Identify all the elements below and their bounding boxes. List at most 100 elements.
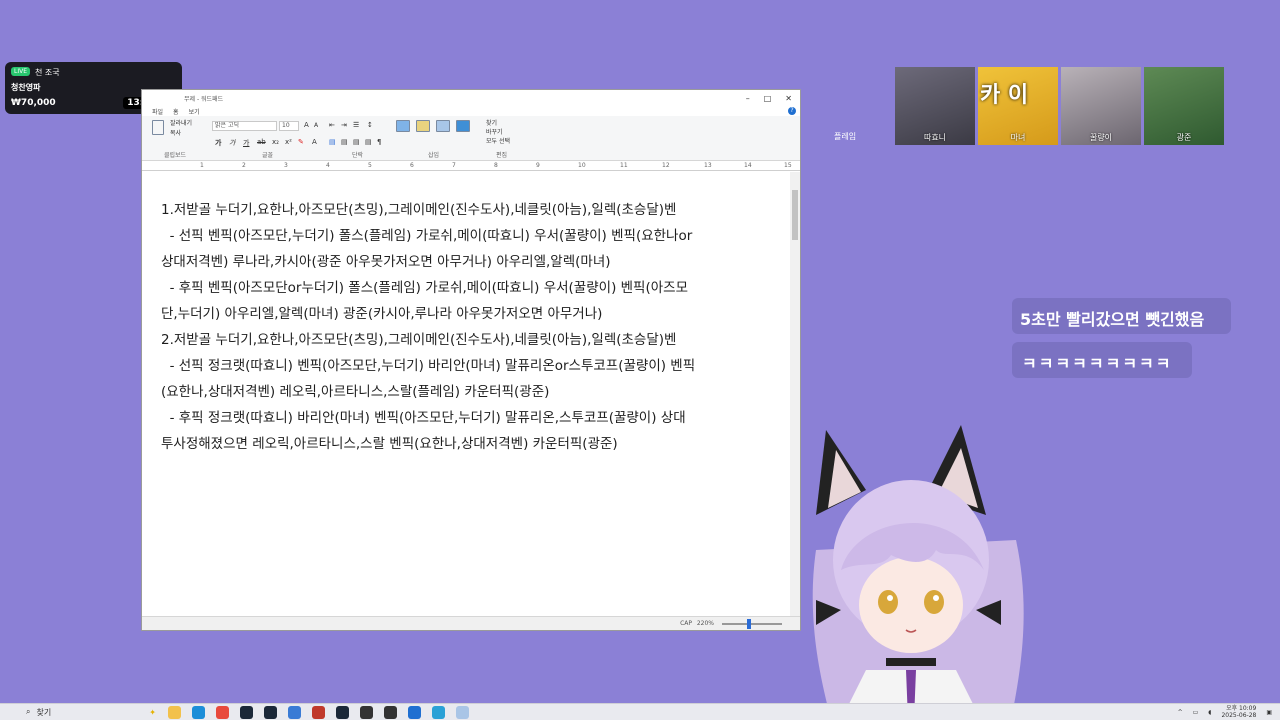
vertical-scrollbar[interactable] bbox=[790, 172, 800, 618]
font-name-select[interactable]: 맑은 고딕 bbox=[212, 121, 277, 131]
decrease-indent-icon[interactable]: ⇤ bbox=[329, 121, 335, 129]
increase-indent-icon[interactable]: ⇥ bbox=[341, 121, 347, 129]
strikethrough-icon[interactable]: ab bbox=[257, 138, 266, 146]
highlight-icon[interactable]: ✎ bbox=[298, 138, 304, 146]
line-spacing-icon[interactable]: ↕ bbox=[367, 121, 373, 129]
network-icon[interactable]: ▭ bbox=[1193, 709, 1199, 716]
font-size-select[interactable]: 10 bbox=[279, 121, 299, 131]
webcam-label: 따효니 bbox=[923, 133, 947, 142]
insert-label: 삽입 bbox=[428, 152, 440, 159]
app-icon[interactable] bbox=[384, 705, 397, 719]
chat-message: 5초만 빨리갔으면 뺏긴했음 bbox=[1012, 298, 1231, 334]
paint-drawing-icon[interactable] bbox=[416, 120, 430, 132]
clock[interactable]: 오후 10:09 2025-06-28 bbox=[1221, 705, 1256, 719]
doc-line: - 후픽 벤픽(아즈모단or누더기) 폴스(플레임) 가로쉬,메이(따효니) 우… bbox=[161, 280, 688, 296]
tab-home[interactable]: 홈 bbox=[173, 107, 179, 116]
ruler[interactable]: 1 2 3 4 5 6 7 8 9 10 11 12 13 14 15 bbox=[142, 161, 800, 171]
obs-icon[interactable] bbox=[360, 705, 373, 719]
insert-group: 삽입 bbox=[394, 116, 479, 161]
doc-line: - 후픽 정크랫(따효니) 바리안(마녀) 벤픽(아즈모단,누더기) 말퓨리온,… bbox=[161, 410, 686, 426]
file-explorer-icon[interactable] bbox=[168, 705, 181, 719]
ruler-number: 13 bbox=[704, 162, 712, 169]
taskbar: ⌕ 찾기 ✦ ^ ▭ ◖ 오후 10:09 2025-06-28 ▣ bbox=[0, 703, 1280, 720]
select-all-button[interactable]: 모두 선택 bbox=[486, 136, 510, 145]
wordpad-taskbar-icon[interactable] bbox=[456, 705, 469, 719]
doc-line: (요한나,상대저격벤) 레오릭,아르타니스,스랄(플레임) 카운터픽(광준) bbox=[161, 384, 550, 400]
shrink-font-icon[interactable]: A bbox=[314, 122, 318, 129]
tray-chevron-icon[interactable]: ^ bbox=[1178, 709, 1183, 716]
steam-icon[interactable] bbox=[264, 705, 277, 719]
webcam-feed: 따효니 bbox=[895, 67, 975, 145]
channel-name: 천 조국 bbox=[35, 68, 60, 77]
system-tray: ^ ▭ ◖ 오후 10:09 2025-06-28 ▣ bbox=[1178, 705, 1280, 719]
taskbar-search[interactable]: ⌕ 찾기 ✦ bbox=[26, 707, 156, 718]
justify-icon[interactable]: ▤ bbox=[365, 138, 372, 146]
stream-title: 청찬영파 bbox=[11, 83, 41, 92]
tab-file[interactable]: 파일 bbox=[152, 107, 163, 116]
live-badge: LIVE bbox=[11, 67, 31, 76]
vtuber-avatar bbox=[812, 425, 1024, 720]
close-button[interactable]: ✕ bbox=[785, 94, 792, 103]
doc-line: 단,누더기) 아우리엘,알렉(마녀) 광준(카시아,루나라 아우못가저오면 아무… bbox=[161, 306, 603, 322]
superscript-icon[interactable]: x² bbox=[285, 138, 292, 146]
webcam-overlay-text: 카 이 bbox=[980, 83, 1029, 108]
clipboard-label: 클립보드 bbox=[164, 152, 187, 159]
ruler-number: 12 bbox=[662, 162, 670, 169]
date-time-icon[interactable] bbox=[436, 120, 450, 132]
document-text[interactable]: 1.저받골 누더기,요한나,아즈모단(츠밍),그레이메인(진수도사),네클릿(아… bbox=[161, 197, 771, 457]
chrome-icon[interactable] bbox=[216, 705, 229, 719]
italic-icon[interactable]: 가 bbox=[229, 138, 235, 148]
align-right-icon[interactable]: ▤ bbox=[353, 138, 360, 146]
help-icon[interactable]: ? bbox=[788, 107, 796, 115]
cut-button[interactable]: 잘라내기 bbox=[170, 118, 192, 127]
paragraph-icon[interactable]: ¶ bbox=[377, 138, 381, 146]
app-icon[interactable] bbox=[312, 705, 325, 719]
donation-amount: ₩70,000 bbox=[11, 98, 56, 108]
grow-font-icon[interactable]: A bbox=[304, 121, 309, 129]
insert-object-icon[interactable] bbox=[456, 120, 470, 132]
steam-icon[interactable] bbox=[240, 705, 253, 719]
doc-line: 투사정해졌으면 레오릭,아르타니스,스랄 벤픽(요한나,상대저격벤) 카운터픽(… bbox=[161, 436, 618, 452]
underline-icon[interactable]: 가 bbox=[243, 138, 249, 148]
webcam-feed: 광준 bbox=[1144, 67, 1224, 145]
app-icon[interactable] bbox=[432, 705, 445, 719]
clock-date: 2025-06-28 bbox=[1221, 712, 1257, 719]
webcam-feed: 카 이 마녀 bbox=[978, 67, 1058, 145]
search-icon: ⌕ bbox=[26, 707, 31, 716]
align-center-icon[interactable]: ▤ bbox=[341, 138, 348, 146]
window-titlebar: 무제 - 워드패드 – □ ✕ bbox=[142, 90, 800, 106]
minimize-button[interactable]: – bbox=[746, 94, 750, 103]
cam-side-label: 플레임 bbox=[834, 132, 857, 141]
find-button[interactable]: 찾기 bbox=[486, 118, 497, 127]
maximize-button[interactable]: □ bbox=[764, 94, 772, 103]
edge-icon[interactable] bbox=[192, 705, 205, 719]
webcam-label: 광준 bbox=[1176, 133, 1192, 142]
taskbar-apps bbox=[168, 705, 469, 719]
app-icon[interactable] bbox=[288, 705, 301, 719]
ruler-number: 15 bbox=[784, 162, 792, 169]
zoom-slider-knob[interactable] bbox=[747, 619, 751, 629]
ruler-number: 3 bbox=[284, 162, 288, 169]
zoom-level: 220% bbox=[696, 620, 714, 627]
picture-icon[interactable] bbox=[396, 120, 410, 132]
ribbon-tabs: 파일 홈 보기 ? bbox=[142, 106, 800, 116]
zoom-slider[interactable] bbox=[722, 619, 782, 629]
replace-button[interactable]: 바꾸기 bbox=[486, 127, 503, 136]
paste-icon[interactable] bbox=[152, 120, 164, 135]
webcam-feed: 꿀량이 bbox=[1061, 67, 1141, 145]
font-color-icon[interactable]: A bbox=[312, 138, 317, 146]
steam-icon[interactable] bbox=[336, 705, 349, 719]
webcam-label: 마녀 bbox=[1010, 133, 1026, 142]
scrollbar-thumb[interactable] bbox=[792, 190, 798, 240]
notification-icon[interactable]: ▣ bbox=[1266, 709, 1272, 716]
tab-view[interactable]: 보기 bbox=[189, 107, 200, 116]
align-left-icon[interactable]: ▤ bbox=[329, 138, 336, 146]
copy-button[interactable]: 복사 bbox=[170, 128, 181, 137]
volume-icon[interactable]: ◖ bbox=[1208, 709, 1211, 716]
subscript-icon[interactable]: x₂ bbox=[272, 138, 279, 146]
bold-icon[interactable]: 가 bbox=[215, 138, 221, 148]
app-icon[interactable] bbox=[408, 705, 421, 719]
font-label: 글꼴 bbox=[262, 152, 274, 159]
bullets-icon[interactable]: ☰ bbox=[353, 121, 359, 129]
document-area[interactable]: 1.저받골 누더기,요한나,아즈모단(츠밍),그레이메인(진수도사),네클릿(아… bbox=[142, 172, 792, 618]
